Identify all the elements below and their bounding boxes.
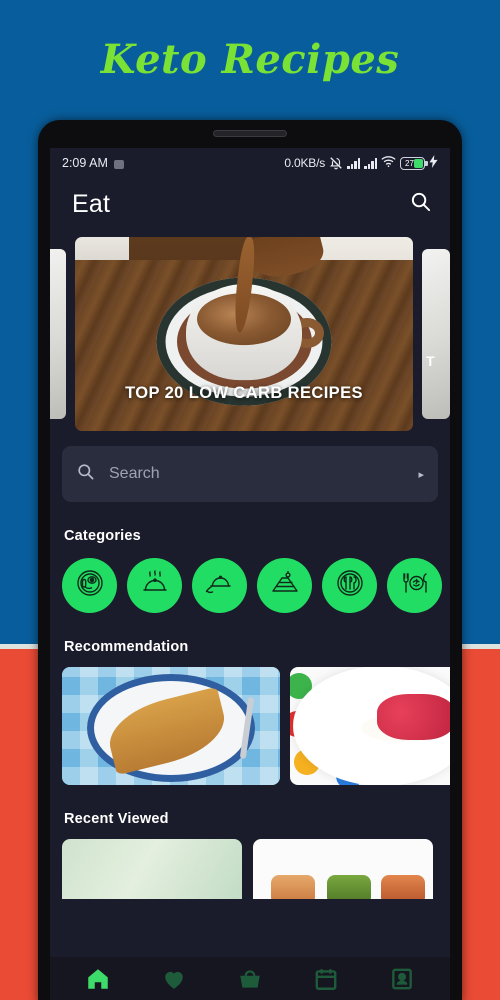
appetizers-photo (253, 839, 433, 899)
plate-cutlery-icon (334, 567, 366, 604)
signal-bars-icon (364, 157, 377, 169)
app-bar: Eat (50, 178, 450, 230)
network-speed-label: 0.0KB/s (284, 156, 325, 170)
battery-icon: 27 (400, 156, 428, 170)
wifi-icon (381, 155, 396, 171)
recent-viewed-title: Recent Viewed (64, 811, 169, 827)
category-item-steaming-dish[interactable] (127, 558, 182, 613)
green-gradient-photo (62, 839, 242, 899)
cake-slice-icon (269, 567, 301, 604)
search-icon[interactable] (409, 190, 432, 218)
signal-bars-icon (347, 157, 360, 169)
carousel-slide-prev[interactable] (50, 249, 66, 419)
category-item-served-dish[interactable] (192, 558, 247, 613)
nav-calendar[interactable] (313, 966, 339, 997)
recent-viewed-card-2[interactable] (253, 839, 433, 899)
bottom-navigation[interactable] (50, 957, 450, 1000)
recommendation-title: Recommendation (64, 639, 189, 655)
category-item-breakfast[interactable] (62, 558, 117, 613)
recent-viewed-card-1[interactable] (62, 839, 242, 899)
carousel-slide-next[interactable]: T (422, 249, 450, 419)
recent-viewed-row[interactable] (50, 827, 450, 899)
bell-mute-icon (329, 156, 343, 173)
nav-profile[interactable] (389, 966, 415, 997)
page-title: Eat (72, 189, 111, 218)
carousel-caption: TOP 20 LOW CARB RECIPES (125, 384, 363, 402)
berry-dessert-photo (290, 667, 450, 785)
status-bar: 2:09 AM 0.0KB/s 27 (50, 148, 450, 178)
category-item-dining[interactable] (322, 558, 377, 613)
search-icon (76, 462, 95, 486)
breakfast-plate-icon (74, 567, 106, 604)
ghost-icon (113, 159, 124, 169)
charging-bolt-icon (429, 155, 438, 171)
nav-home[interactable] (85, 966, 111, 997)
screenshot-root: Keto Recipes 2:09 AM 0.0KB/s 27 Eat TOP … (0, 0, 500, 1000)
recommendation-row[interactable] (50, 655, 450, 785)
search-placeholder: Search (109, 465, 160, 482)
status-bar-right: 0.0KB/s 27 (284, 155, 438, 172)
carousel-slide-active[interactable]: TOP 20 LOW CARB RECIPES (75, 237, 413, 431)
steaming-cloche-icon (139, 567, 171, 604)
battery-level: 27 (405, 158, 414, 168)
categories-title: Categories (64, 528, 141, 544)
chevron-right-icon[interactable]: ▸ (418, 468, 424, 481)
battery-fill (414, 158, 423, 168)
fork-plate-knife-icon (399, 567, 431, 604)
carousel-next-caption: T (426, 353, 435, 369)
served-cloche-icon (204, 567, 236, 604)
phone-frame: 2:09 AM 0.0KB/s 27 Eat TOP 20 LOW CARB R… (38, 120, 462, 1000)
categories-row[interactable] (50, 544, 450, 613)
category-item-cake[interactable] (257, 558, 312, 613)
promo-title: Keto Recipes (100, 36, 400, 83)
nav-favorites[interactable] (161, 966, 187, 997)
phone-screen: 2:09 AM 0.0KB/s 27 Eat TOP 20 LOW CARB R… (50, 148, 450, 1000)
earpiece-speaker (213, 130, 287, 137)
category-item-meal[interactable] (387, 558, 442, 613)
search-input[interactable]: Search ▸ (62, 446, 438, 502)
status-time: 2:09 AM (62, 156, 108, 170)
recommendation-card-berry-dessert[interactable] (290, 667, 450, 785)
omelette-photo (62, 667, 280, 785)
recommendation-card-omelette[interactable] (62, 667, 280, 785)
status-bar-left: 2:09 AM (62, 156, 124, 170)
banner-carousel[interactable]: TOP 20 LOW CARB RECIPES T (50, 234, 450, 434)
nav-basket[interactable] (237, 966, 263, 997)
